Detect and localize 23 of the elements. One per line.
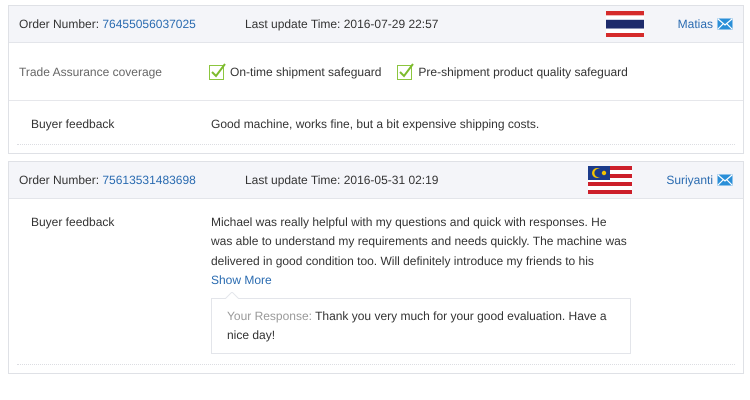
feedback-text: Michael was really helpful with my questions and quick with responses. He was able to understand my requirements and needs quickly. The machine was delivered in good condition too. Will definitely introduce my friends to his [211, 214, 628, 270]
feedback-text: Good machine, works fine, but a bit expensive shipping costs. [211, 116, 540, 133]
feedback-label: Buyer feedback [31, 116, 116, 133]
response-text: Your Response: Thank you very much for your good evaluation. Have a nice day! [227, 308, 608, 344]
mail-icon [717, 18, 733, 30]
assurance-item: Pre-shipment product quality safeguard [418, 64, 628, 80]
update-time: 2016-07-29 22:57 [344, 17, 438, 31]
buyer-link[interactable]: Matias [678, 15, 733, 33]
order-number-link[interactable]: 76455056037025 [102, 17, 196, 31]
show-more-link[interactable]: Show More [211, 270, 272, 290]
flag-icon [588, 166, 632, 194]
order-number-label: Order Number: [19, 17, 100, 31]
mail-icon [717, 174, 733, 186]
order-number-link[interactable]: 75613531483698 [102, 173, 196, 188]
assurance-item: On-time shipment safeguard [230, 64, 382, 80]
flag-icon [606, 11, 644, 37]
feedback-label: Buyer feedback [31, 214, 116, 232]
assurance-label: Trade Assurance coverage [19, 64, 163, 80]
order-number-label: Order Number: [19, 173, 100, 188]
update-time-label: Last update Time: [245, 173, 340, 188]
buyer-link[interactable]: Suriyanti [666, 171, 733, 190]
update-time-label: Last update Time: [245, 17, 340, 31]
update-time: 2016-05-31 02:19 [344, 173, 438, 188]
